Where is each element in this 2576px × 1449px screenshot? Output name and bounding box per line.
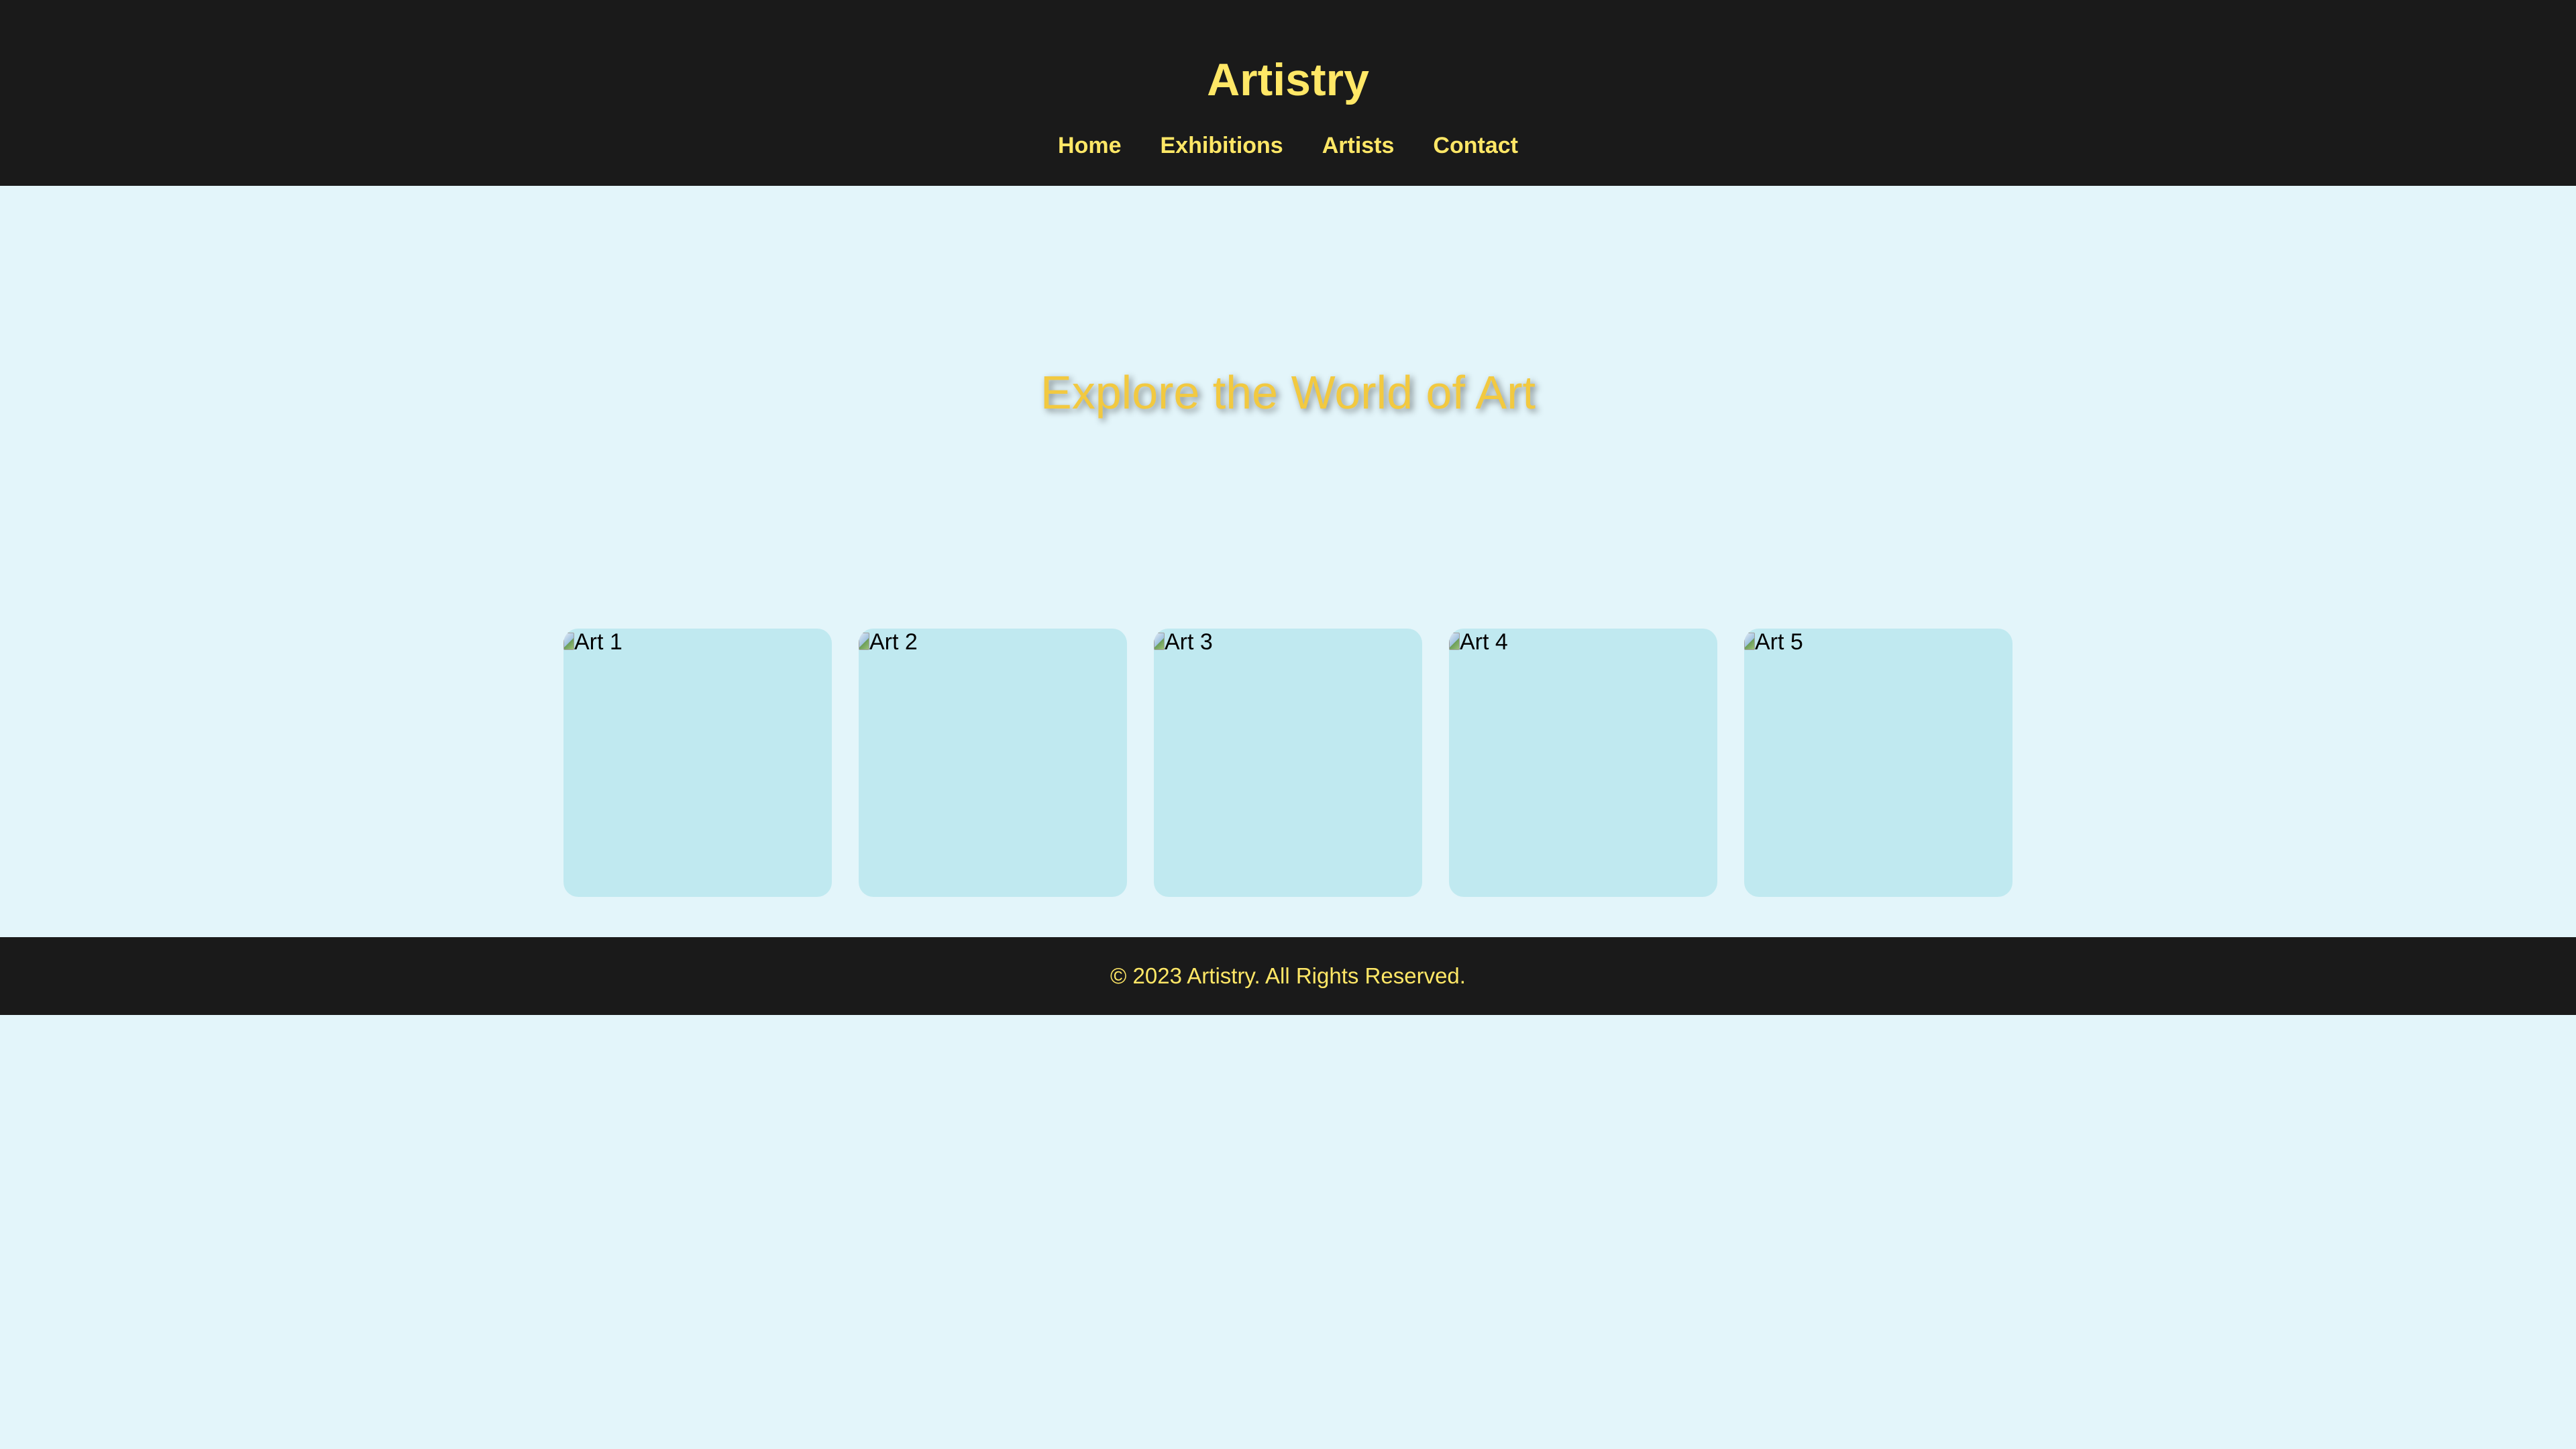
broken-image: Art 1 xyxy=(564,629,623,655)
nav-link-artists[interactable]: Artists xyxy=(1322,129,1395,162)
hero-heading: Explore the World of Art xyxy=(1040,366,1536,419)
nav-link-exhibitions[interactable]: Exhibitions xyxy=(1160,129,1283,162)
art-alt-text: Art 5 xyxy=(1755,629,1803,655)
site-footer: © 2023 Artistry. All Rights Reserved. xyxy=(0,937,2576,1015)
site-header: Artistry Home Exhibitions Artists Contac… xyxy=(0,0,2576,186)
art-card-3[interactable]: Art 3 xyxy=(1154,629,1422,897)
broken-image-icon xyxy=(1449,633,1460,650)
art-gallery: Art 1 Art 2 Art 3 Art 4 Art 5 xyxy=(564,629,2012,897)
broken-image: Art 5 xyxy=(1744,629,1803,655)
art-alt-text: Art 3 xyxy=(1165,629,1213,655)
art-alt-text: Art 4 xyxy=(1460,629,1508,655)
site-title[interactable]: Artistry xyxy=(0,48,2576,111)
broken-image: Art 4 xyxy=(1449,629,1508,655)
art-card-5[interactable]: Art 5 xyxy=(1744,629,2012,897)
broken-image-icon xyxy=(1154,633,1165,650)
broken-image: Art 3 xyxy=(1154,629,1213,655)
broken-image-icon xyxy=(1744,633,1755,650)
art-alt-text: Art 2 xyxy=(869,629,918,655)
hero-section: Explore the World of Art xyxy=(0,186,2576,588)
broken-image-icon xyxy=(859,633,869,650)
copyright-text: © 2023 Artistry. All Rights Reserved. xyxy=(1110,963,1466,988)
broken-image-icon xyxy=(564,633,574,650)
main-nav: Home Exhibitions Artists Contact xyxy=(0,129,2576,162)
art-card-4[interactable]: Art 4 xyxy=(1449,629,1717,897)
art-alt-text: Art 1 xyxy=(574,629,623,655)
art-card-1[interactable]: Art 1 xyxy=(564,629,832,897)
art-card-2[interactable]: Art 2 xyxy=(859,629,1127,897)
nav-link-contact[interactable]: Contact xyxy=(1433,129,1518,162)
broken-image: Art 2 xyxy=(859,629,918,655)
nav-link-home[interactable]: Home xyxy=(1058,129,1121,162)
